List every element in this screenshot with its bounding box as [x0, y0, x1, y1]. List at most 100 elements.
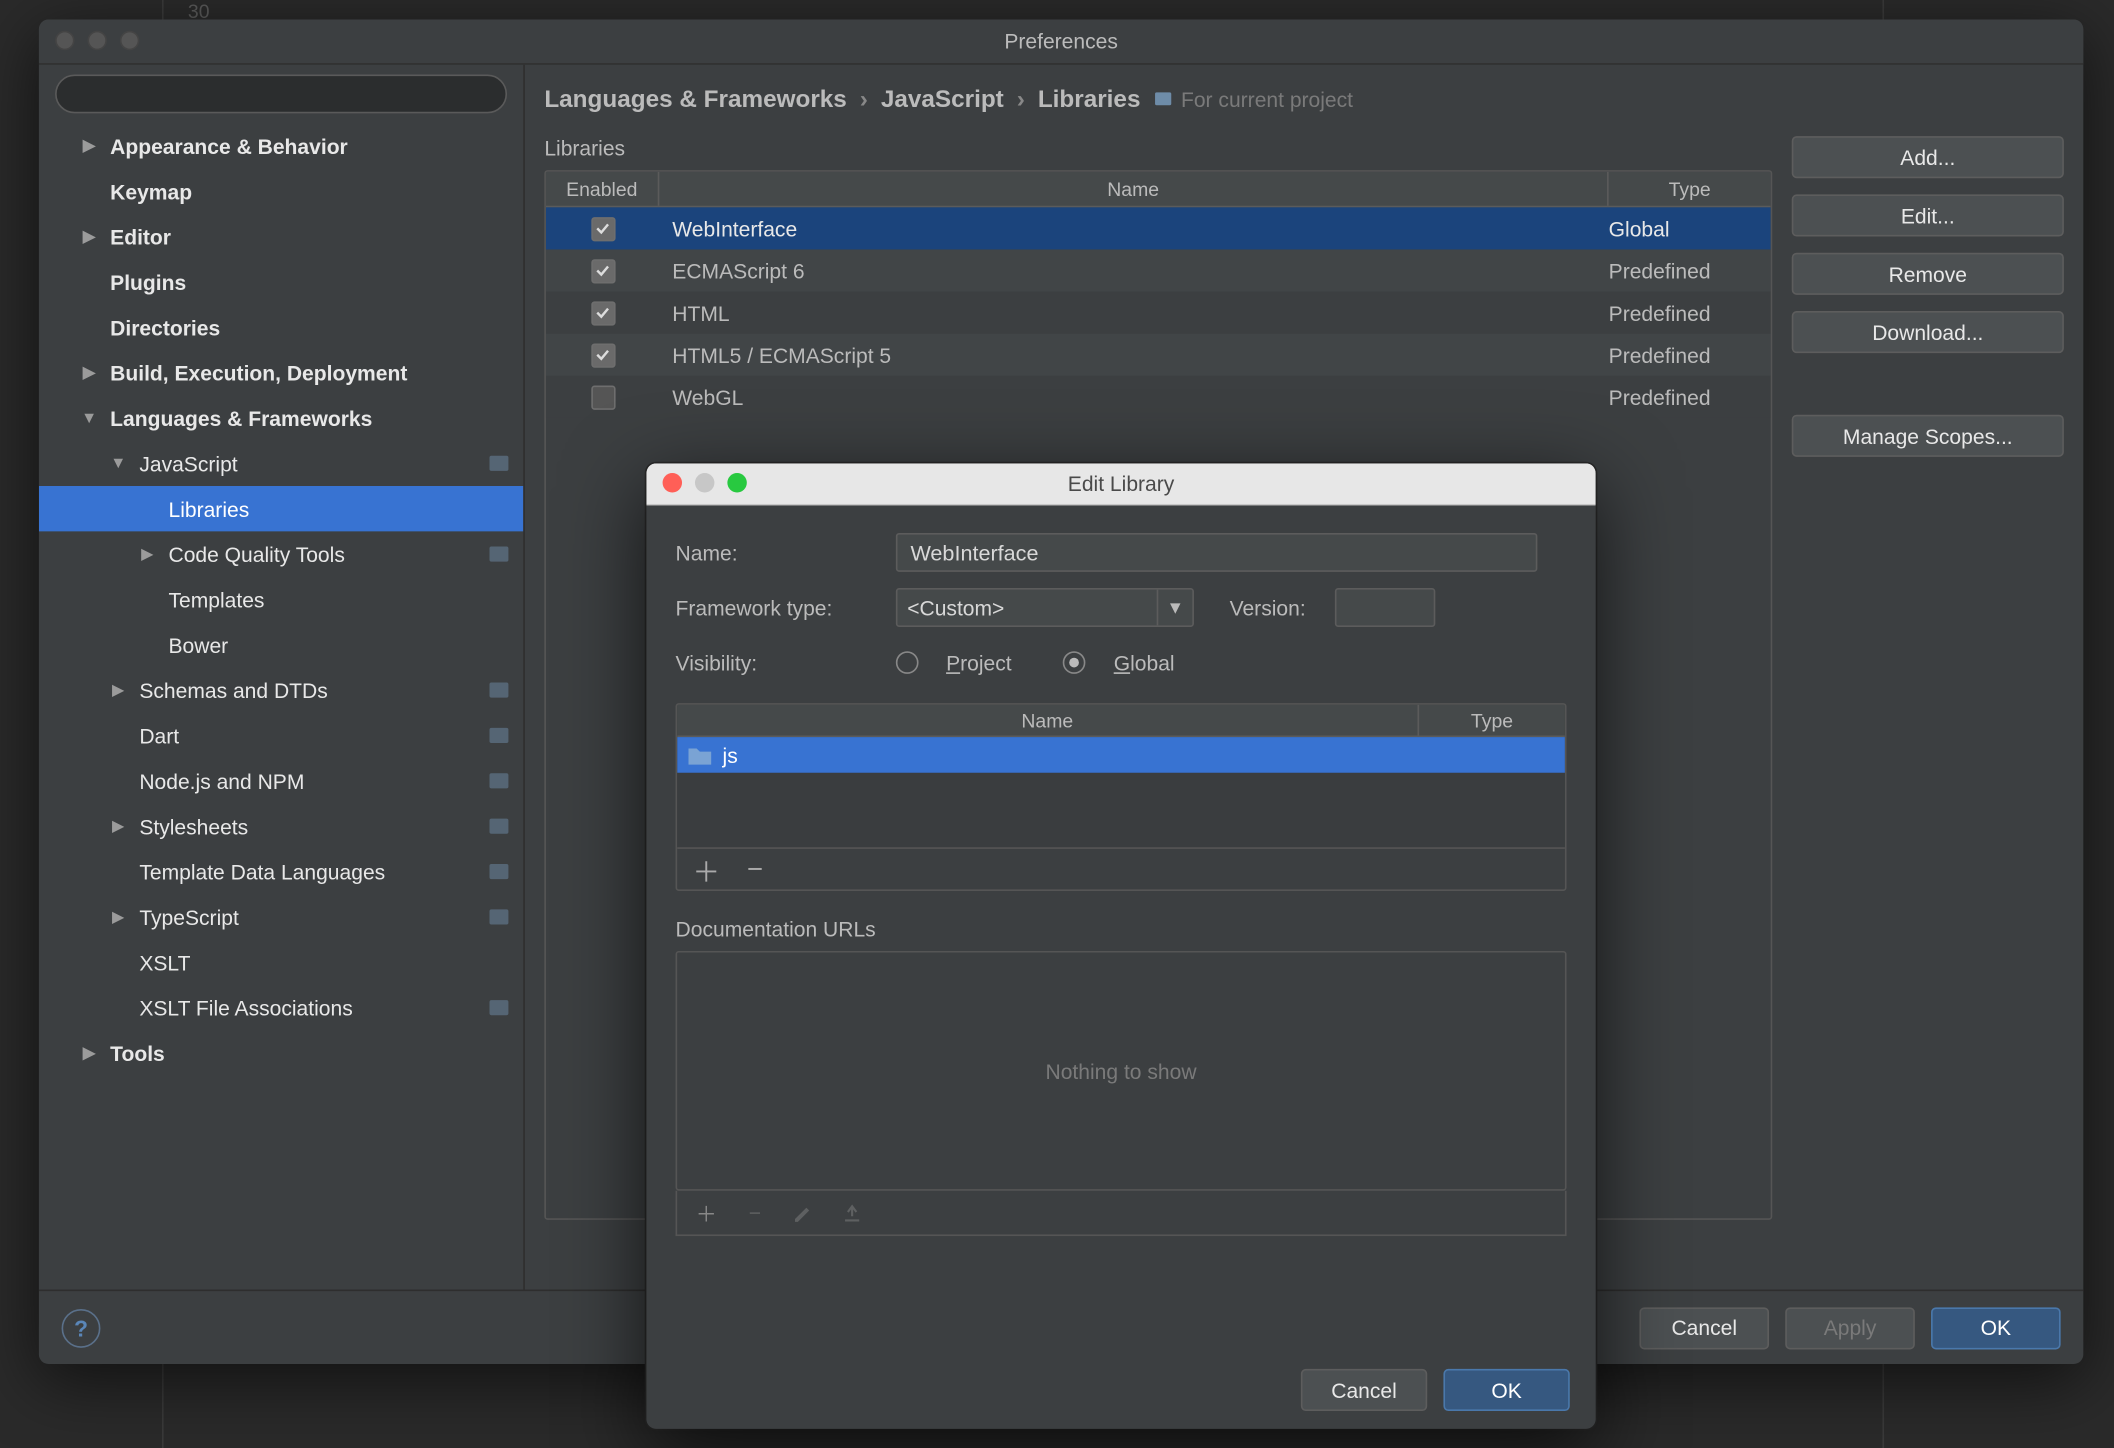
sidebar-item[interactable]: ▶ Build, Execution, Deployment — [39, 350, 523, 395]
docs-toolbar: ＋ − — [676, 1191, 1567, 1236]
close-window-icon[interactable] — [55, 31, 74, 50]
chevron-right-icon[interactable]: ▶ — [107, 681, 130, 699]
col-enabled[interactable]: Enabled — [546, 172, 659, 206]
sidebar-item[interactable]: Directories — [39, 305, 523, 350]
docs-urls-list[interactable]: Nothing to show — [676, 951, 1567, 1191]
breadcrumb-part[interactable]: Languages & Frameworks — [544, 85, 847, 113]
chevron-right-icon[interactable]: ▶ — [78, 137, 101, 155]
breadcrumb: Languages & Frameworks › JavaScript › Li… — [544, 78, 2064, 120]
table-row[interactable]: HTML5 / ECMAScript 5Predefined — [546, 334, 1771, 376]
sidebar-item[interactable]: ▶Stylesheets — [39, 804, 523, 849]
project-scope-icon — [488, 770, 511, 793]
enabled-checkbox[interactable] — [590, 216, 614, 240]
settings-tree[interactable]: ▶Appearance & BehaviorKeymap ▶ Editor Plugi… — [39, 123, 523, 1289]
library-files-table[interactable]: Name Type js ＋ − — [676, 703, 1567, 891]
table-row[interactable]: WebGLPredefined — [546, 376, 1771, 418]
add-button[interactable]: Add... — [1792, 136, 2064, 178]
table-row[interactable]: HTMLPredefined — [546, 292, 1771, 334]
close-dialog-icon[interactable] — [663, 473, 682, 492]
sidebar-item[interactable]: ▶Schemas and DTDs — [39, 667, 523, 712]
col-name[interactable]: Name — [659, 172, 1608, 206]
framework-type-select[interactable]: <Custom> ▾ — [896, 588, 1194, 627]
sidebar-item[interactable]: Keymap — [39, 168, 523, 213]
sidebar-item[interactable]: Template Data Languages — [39, 849, 523, 894]
version-input[interactable] — [1335, 588, 1435, 627]
chevron-right-icon[interactable]: ▶ — [78, 228, 101, 246]
list-item[interactable]: js — [677, 737, 1565, 773]
download-button[interactable]: Download... — [1792, 311, 2064, 353]
scope-badge: For current project — [1153, 87, 1353, 111]
visibility-label: Visibility: — [676, 650, 877, 674]
sidebar-item[interactable]: ▶Code Quality Tools — [39, 531, 523, 576]
chevron-right-icon[interactable]: ▶ — [78, 1044, 101, 1062]
enabled-checkbox[interactable] — [590, 258, 614, 282]
sidebar-item[interactable]: ▶Tools — [39, 1030, 523, 1075]
help-icon[interactable]: ? — [62, 1308, 101, 1347]
sidebar-item[interactable]: ▶ Editor — [39, 214, 523, 259]
visibility-global-radio[interactable] — [1063, 651, 1086, 674]
chevron-right-icon[interactable]: ▶ — [107, 817, 130, 835]
add-url-icon[interactable]: ＋ — [693, 1200, 719, 1226]
sidebar-item[interactable]: ▼ JavaScript — [39, 441, 523, 486]
library-name-cell: WebInterface — [659, 216, 1608, 240]
sidebar-item[interactable]: Libraries — [39, 486, 523, 531]
sidebar-item[interactable]: XSLT — [39, 940, 523, 985]
chevron-down-icon[interactable]: ▼ — [78, 409, 101, 427]
sidebar-item[interactable]: Plugins — [39, 259, 523, 304]
sidebar-item[interactable]: Bower — [39, 622, 523, 667]
window-titlebar[interactable]: Preferences — [39, 19, 2083, 64]
sidebar-item[interactable]: Dart — [39, 713, 523, 758]
dialog-ok-button[interactable]: OK — [1443, 1369, 1569, 1411]
files-toolbar: ＋ − — [677, 847, 1565, 889]
sidebar-item[interactable]: ▶Appearance & Behavior — [39, 123, 523, 168]
sidebar-item-label: JavaScript — [139, 451, 237, 475]
manage-scopes-button[interactable]: Manage Scopes... — [1792, 415, 2064, 457]
chevron-down-icon[interactable]: ▼ — [107, 454, 130, 472]
specify-url-icon[interactable] — [839, 1200, 865, 1226]
dialog-cancel-button[interactable]: Cancel — [1301, 1369, 1427, 1411]
enabled-checkbox[interactable] — [590, 301, 614, 325]
remove-url-icon[interactable]: − — [742, 1200, 768, 1226]
project-scope-icon — [488, 860, 511, 883]
visibility-project-radio[interactable] — [896, 651, 919, 674]
cancel-button[interactable]: Cancel — [1639, 1307, 1769, 1349]
chevron-right-icon[interactable]: ▶ — [78, 364, 101, 382]
sidebar-item-label: Dart — [139, 723, 179, 747]
dialog-titlebar[interactable]: Edit Library — [646, 463, 1595, 505]
remove-button[interactable]: Remove — [1792, 253, 2064, 295]
col-type[interactable]: Type — [1609, 172, 1771, 206]
sidebar-item[interactable]: Node.js and NPM — [39, 758, 523, 803]
table-row[interactable]: WebInterfaceGlobal — [546, 207, 1771, 249]
settings-search-input[interactable] — [55, 75, 507, 114]
chevron-right-icon[interactable]: ▶ — [136, 545, 159, 563]
enabled-checkbox[interactable] — [590, 343, 614, 367]
window-title: Preferences — [1004, 29, 1118, 53]
breadcrumb-part[interactable]: Libraries — [1038, 85, 1141, 113]
edit-button[interactable]: Edit... — [1792, 194, 2064, 236]
enabled-checkbox[interactable] — [590, 385, 614, 409]
zoom-window-icon[interactable] — [120, 31, 139, 50]
remove-file-icon[interactable]: − — [742, 856, 768, 882]
add-file-icon[interactable]: ＋ — [693, 856, 719, 882]
ok-button[interactable]: OK — [1931, 1307, 2061, 1349]
visibility-project-label[interactable]: Project — [946, 650, 1012, 674]
chevron-right-icon[interactable]: ▶ — [107, 908, 130, 926]
visibility-global-label[interactable]: Global — [1114, 650, 1175, 674]
breadcrumb-part[interactable]: JavaScript — [881, 85, 1004, 113]
name-label: Name: — [676, 540, 877, 564]
table-row[interactable]: ECMAScript 6Predefined — [546, 249, 1771, 291]
minimize-window-icon[interactable] — [87, 31, 106, 50]
library-name-input[interactable] — [896, 533, 1538, 572]
files-col-name[interactable]: Name — [677, 705, 1419, 736]
sidebar-item[interactable]: Templates — [39, 577, 523, 622]
sidebar-item[interactable]: ▼Languages & Frameworks — [39, 395, 523, 440]
library-type-cell: Predefined — [1609, 258, 1771, 282]
zoom-dialog-icon[interactable] — [727, 473, 746, 492]
edit-url-icon[interactable] — [791, 1200, 817, 1226]
sidebar-item-label: Build, Execution, Deployment — [110, 360, 407, 384]
sidebar-item[interactable]: XSLT File Associations — [39, 985, 523, 1030]
sidebar-item-label: Editor — [110, 224, 171, 248]
sidebar-item[interactable]: ▶TypeScript — [39, 894, 523, 939]
files-col-type[interactable]: Type — [1419, 705, 1565, 736]
apply-button[interactable]: Apply — [1785, 1307, 1915, 1349]
